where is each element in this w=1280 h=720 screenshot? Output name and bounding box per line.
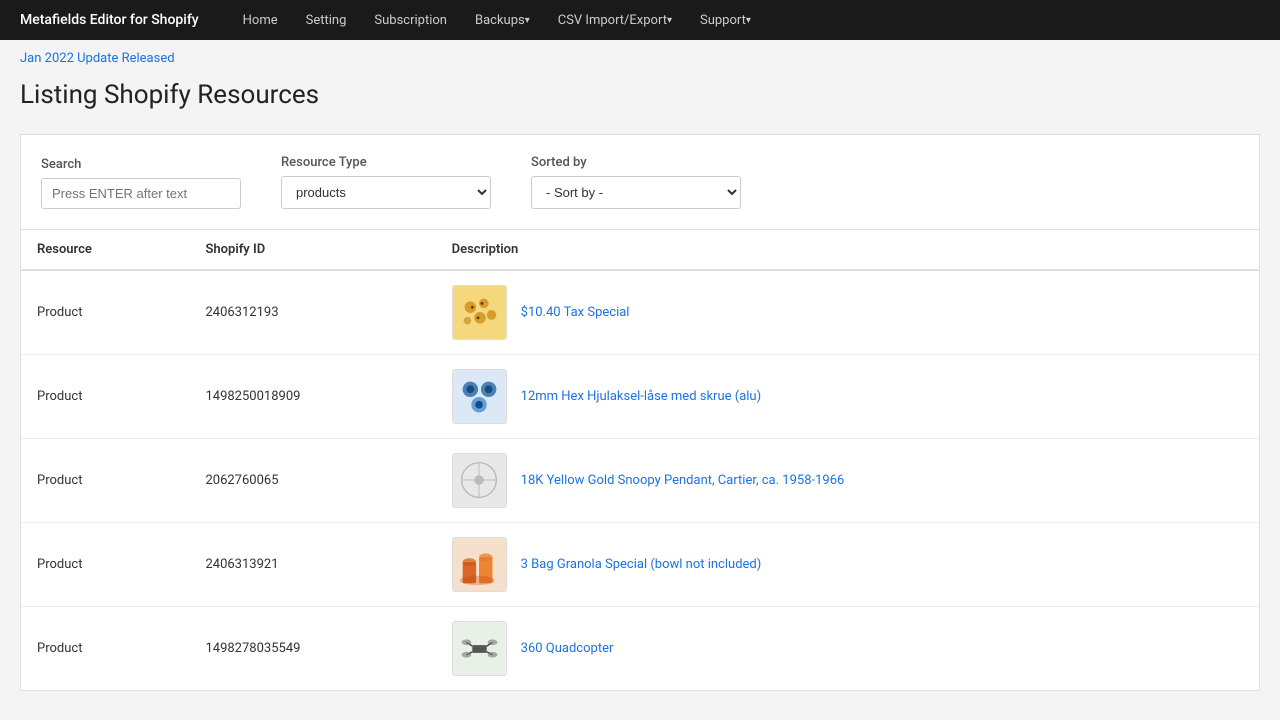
nav-home[interactable]: Home <box>229 0 292 40</box>
desc-cell: 18K Yellow Gold Snoopy Pendant, Cartier,… <box>452 453 1243 508</box>
sorted-by-select[interactable]: - Sort by - Title A-Z Title Z-A ID Ascen… <box>531 176 741 209</box>
nav-links: Home Setting Subscription Backups CSV Im… <box>229 0 765 40</box>
nav-setting[interactable]: Setting <box>292 0 361 40</box>
product-link[interactable]: 12mm Hex Hjulaksel-låse med skrue (alu) <box>521 389 761 404</box>
product-link[interactable]: $10.40 Tax Special <box>521 305 630 320</box>
cell-description: 12mm Hex Hjulaksel-låse med skrue (alu) <box>436 355 1259 439</box>
nav-backups[interactable]: Backups <box>461 0 544 40</box>
product-link[interactable]: 360 Quadcopter <box>521 641 614 656</box>
col-resource: Resource <box>21 230 189 270</box>
table-row: Product2062760065 18K Yellow Gold Snoopy… <box>21 439 1259 523</box>
product-image <box>452 285 507 340</box>
product-image <box>452 621 507 676</box>
cell-resource: Product <box>21 439 189 523</box>
page-title: Listing Shopify Resources <box>20 80 1260 110</box>
cell-description: 18K Yellow Gold Snoopy Pendant, Cartier,… <box>436 439 1259 523</box>
table-wrapper: Resource Shopify ID Description Product2… <box>20 230 1260 691</box>
desc-cell: $10.40 Tax Special <box>452 285 1243 340</box>
cell-resource: Product <box>21 355 189 439</box>
resource-type-group: Resource Type products customers orders … <box>281 155 491 209</box>
col-description: Description <box>436 230 1259 270</box>
resources-table: Resource Shopify ID Description Product2… <box>21 230 1259 690</box>
cell-shopify-id: 1498250018909 <box>189 355 435 439</box>
cell-resource: Product <box>21 607 189 691</box>
nav-csv[interactable]: CSV Import/Export <box>544 0 686 40</box>
table-row: Product2406312193 $10.40 Tax Special <box>21 270 1259 355</box>
product-image <box>452 453 507 508</box>
update-link[interactable]: Jan 2022 Update Released <box>20 51 175 66</box>
desc-cell: 3 Bag Granola Special (bowl not included… <box>452 537 1243 592</box>
col-shopify-id: Shopify ID <box>189 230 435 270</box>
page-wrapper: Jan 2022 Update Released Listing Shopify… <box>0 40 1280 711</box>
nav-subscription[interactable]: Subscription <box>360 0 461 40</box>
cell-description: 3 Bag Granola Special (bowl not included… <box>436 523 1259 607</box>
search-label: Search <box>41 157 241 172</box>
table-row: Product1498278035549 360 Quadcopter <box>21 607 1259 691</box>
sorted-by-group: Sorted by - Sort by - Title A-Z Title Z-… <box>531 155 741 209</box>
filters-section: Search Resource Type products customers … <box>20 134 1260 230</box>
product-link[interactable]: 18K Yellow Gold Snoopy Pendant, Cartier,… <box>521 473 845 488</box>
cell-shopify-id: 2062760065 <box>189 439 435 523</box>
cell-shopify-id: 2406312193 <box>189 270 435 355</box>
desc-cell: 360 Quadcopter <box>452 621 1243 676</box>
cell-description: 360 Quadcopter <box>436 607 1259 691</box>
product-link[interactable]: 3 Bag Granola Special (bowl not included… <box>521 557 762 572</box>
sorted-by-label: Sorted by <box>531 155 741 170</box>
cell-resource: Product <box>21 270 189 355</box>
nav-brand: Metafields Editor for Shopify <box>20 12 199 28</box>
product-image <box>452 369 507 424</box>
search-input[interactable] <box>41 178 241 209</box>
desc-cell: 12mm Hex Hjulaksel-låse med skrue (alu) <box>452 369 1243 424</box>
cell-shopify-id: 1498278035549 <box>189 607 435 691</box>
resource-type-select[interactable]: products customers orders collections va… <box>281 176 491 209</box>
filters-row: Search Resource Type products customers … <box>41 155 1239 209</box>
cell-description: $10.40 Tax Special <box>436 270 1259 355</box>
table-row: Product2406313921 3 Bag Granola Special … <box>21 523 1259 607</box>
nav-support[interactable]: Support <box>686 0 765 40</box>
search-group: Search <box>41 157 241 209</box>
cell-shopify-id: 2406313921 <box>189 523 435 607</box>
table-row: Product1498250018909 12mm Hex Hjulaksel-… <box>21 355 1259 439</box>
table-header-row: Resource Shopify ID Description <box>21 230 1259 270</box>
product-image <box>452 537 507 592</box>
resource-type-label: Resource Type <box>281 155 491 170</box>
navbar: Metafields Editor for Shopify Home Setti… <box>0 0 1280 40</box>
cell-resource: Product <box>21 523 189 607</box>
